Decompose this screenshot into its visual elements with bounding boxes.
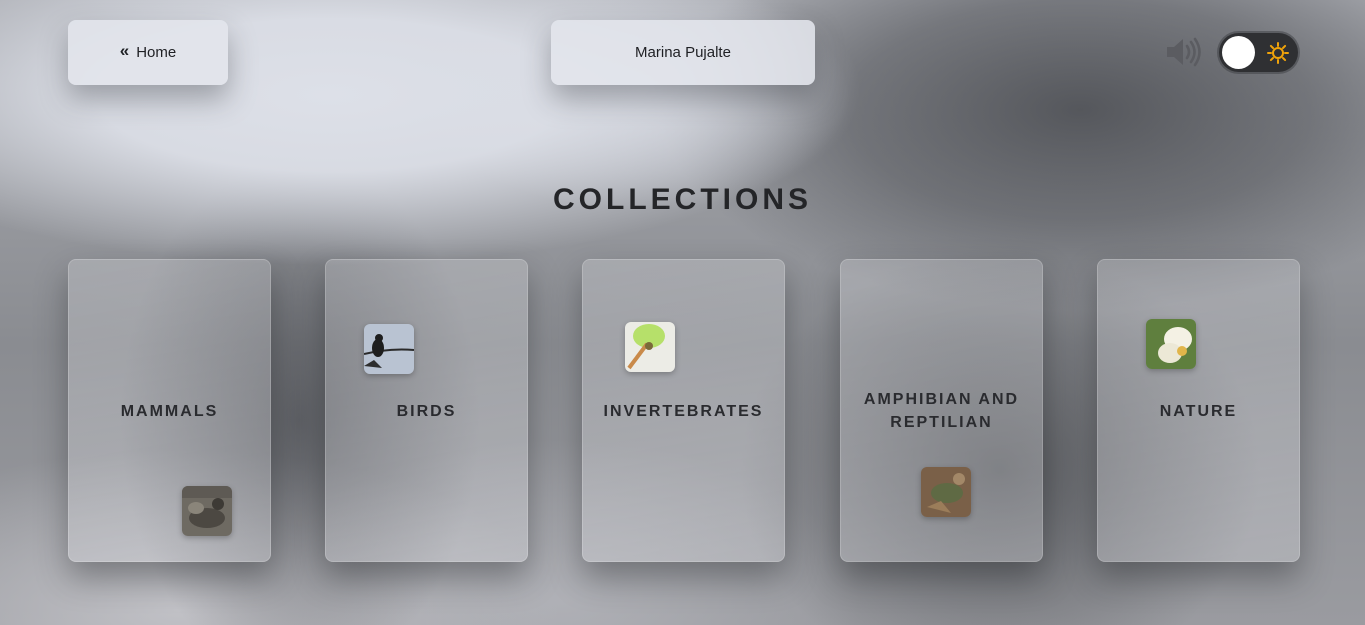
speaker-volume-icon[interactable] (1165, 37, 1201, 67)
collection-label: MAMMALS (120, 403, 219, 420)
home-button[interactable]: « Home (68, 20, 228, 85)
collection-label: BIRDS (396, 403, 457, 420)
invertebrate-thumbnail (625, 322, 675, 372)
user-name: Marina Pujalte (635, 44, 731, 61)
flower-thumbnail (1146, 319, 1196, 369)
collection-card-invertebrates[interactable]: INVERTEBRATES (582, 259, 785, 562)
collection-label: AMPHIBIAN AND REPTILIAN (863, 391, 1020, 431)
collection-label: INVERTEBRATES (603, 403, 764, 420)
collection-card-mammals[interactable]: MAMMALS (68, 259, 271, 562)
theme-toggle[interactable] (1219, 33, 1298, 72)
sun-icon (1267, 42, 1289, 64)
collection-card-birds[interactable]: BIRDS (325, 259, 528, 562)
user-name-button[interactable]: Marina Pujalte (551, 20, 815, 85)
mammal-thumbnail (182, 486, 232, 536)
double-chevron-left-icon: « (119, 41, 130, 60)
reptile-thumbnail (921, 467, 971, 517)
bird-thumbnail (364, 324, 414, 374)
page-title: COLLECTIONS (553, 183, 812, 216)
toggle-knob (1222, 36, 1255, 69)
collection-card-amphibian-reptilian[interactable]: AMPHIBIAN AND REPTILIAN (840, 259, 1043, 562)
collection-card-nature[interactable]: NATURE (1097, 259, 1300, 562)
home-button-label: Home (136, 44, 177, 61)
collection-label: NATURE (1159, 403, 1238, 420)
